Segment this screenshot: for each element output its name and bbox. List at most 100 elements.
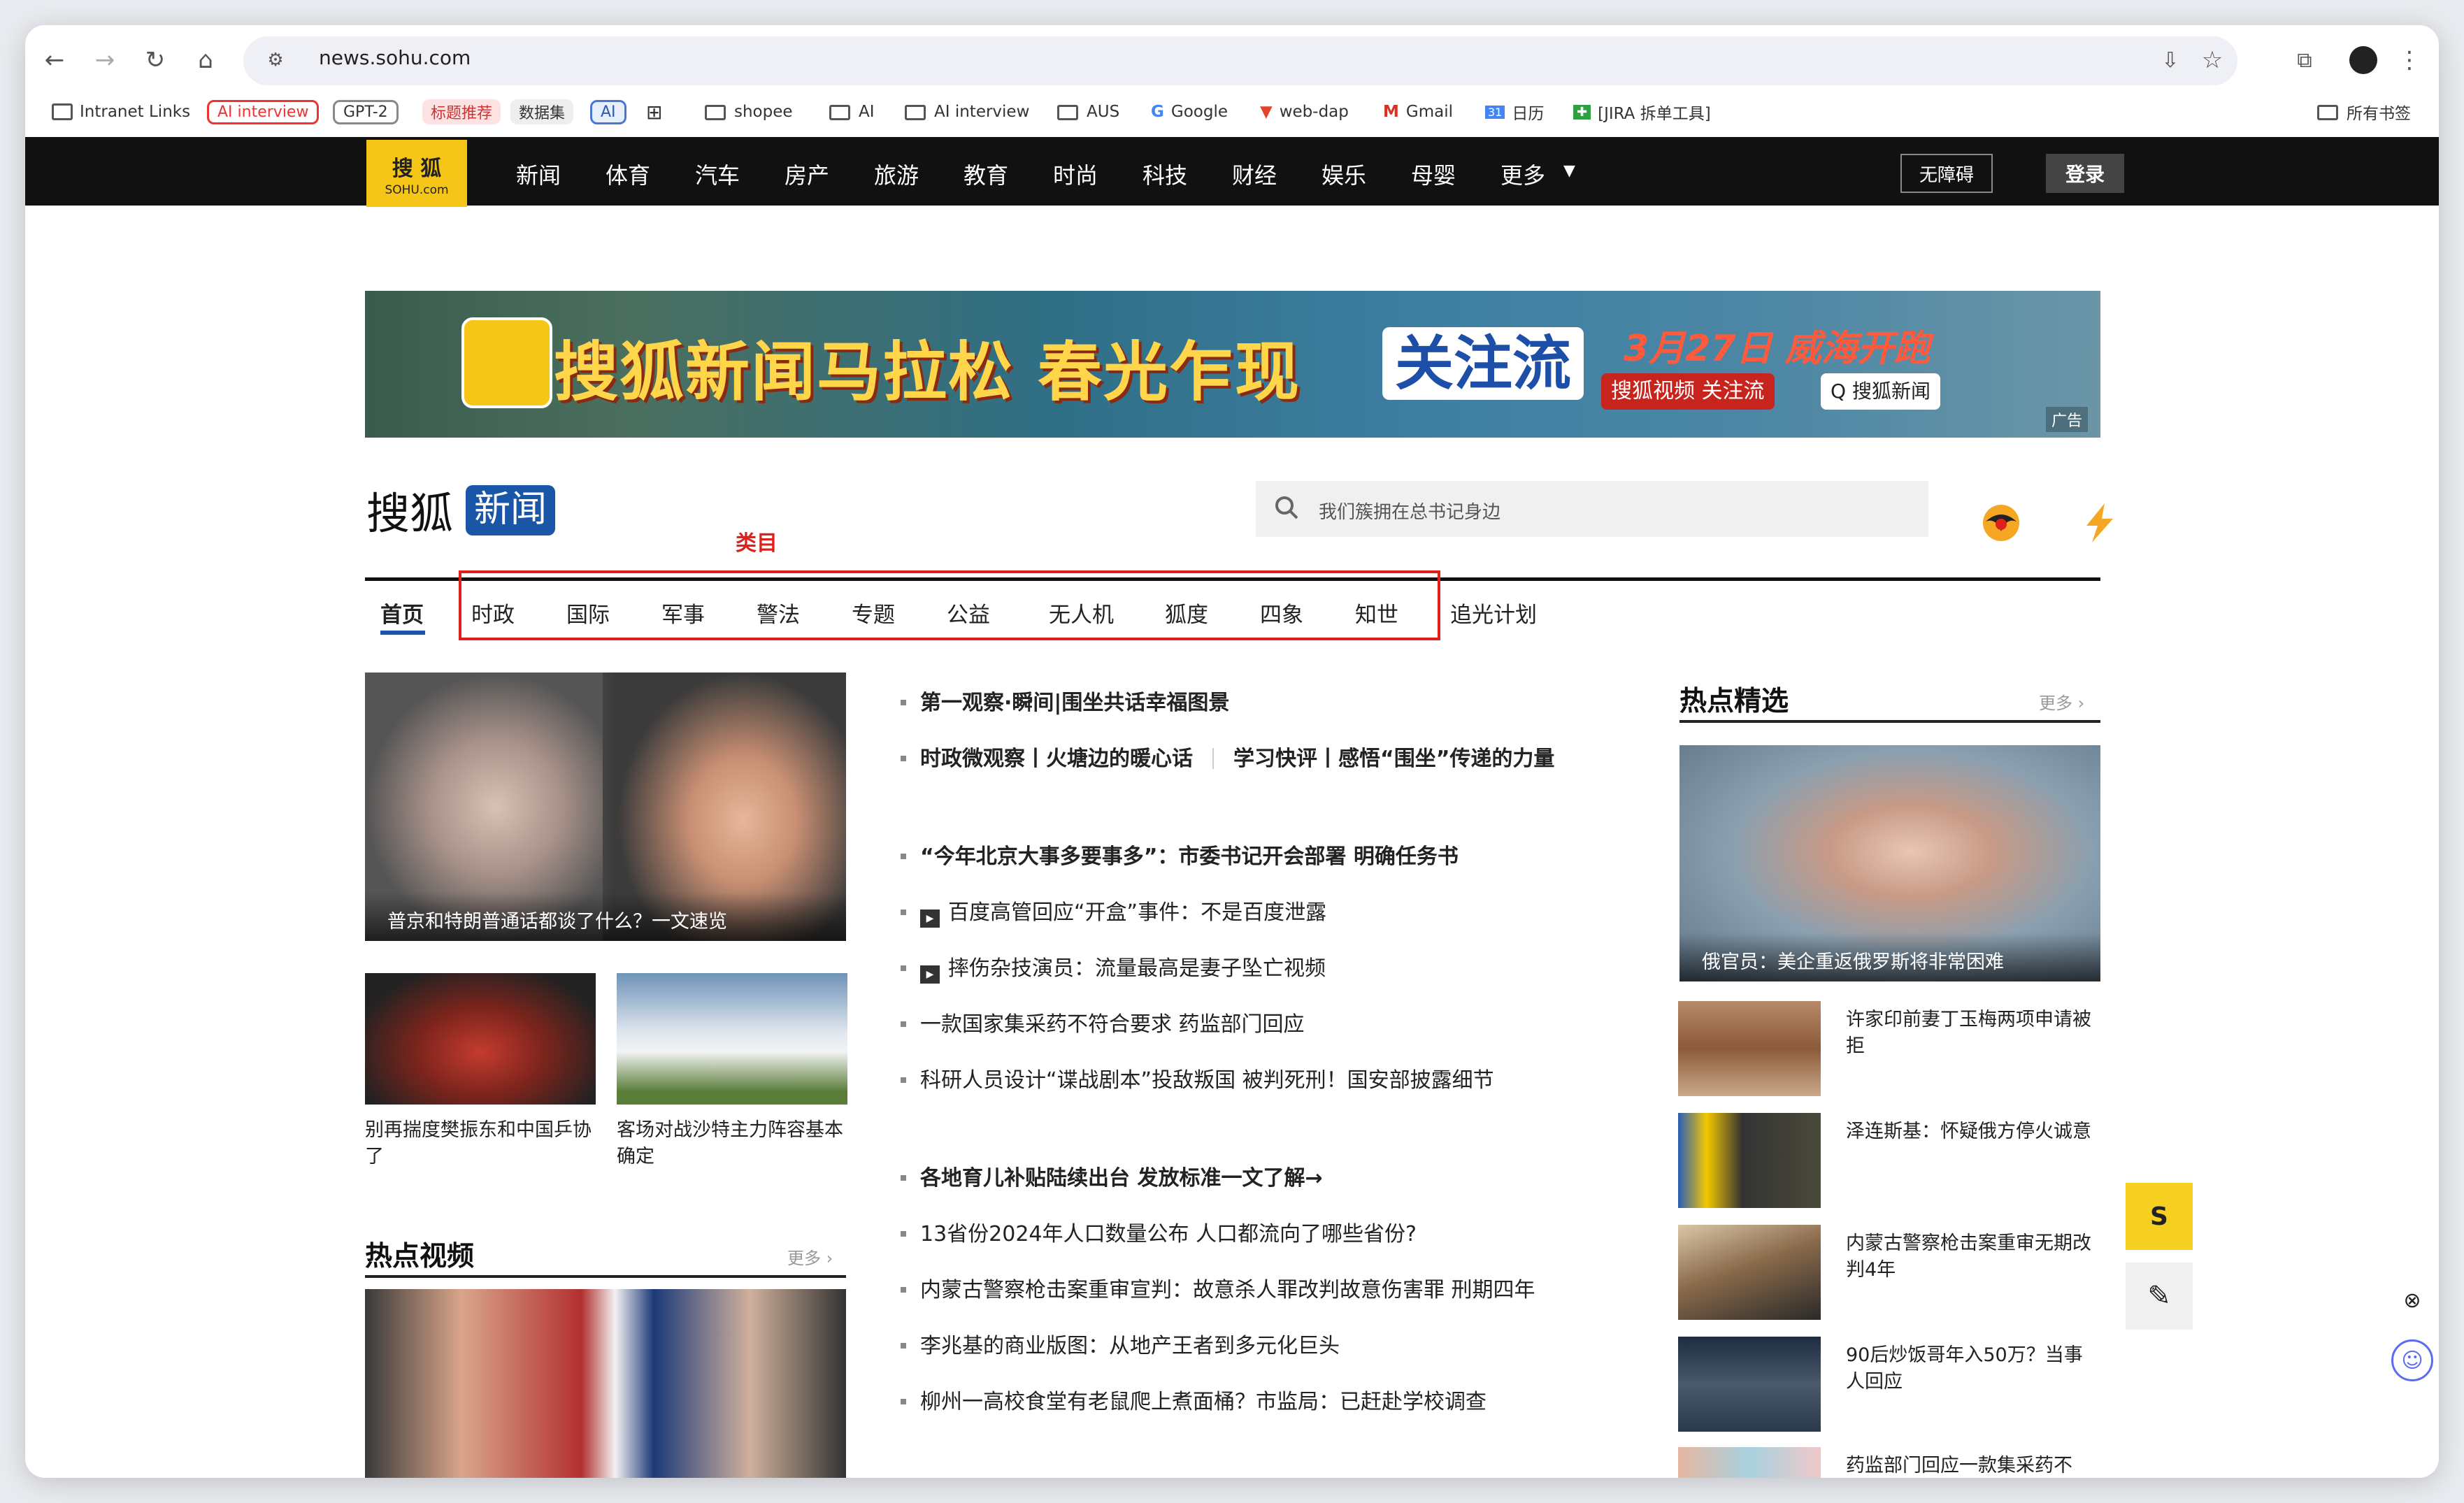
folder-icon xyxy=(2317,105,2338,120)
main-photo[interactable]: 普京和特朗普通话都谈了什么？一文速览 xyxy=(365,673,846,941)
nav-entertainment[interactable]: 娱乐 xyxy=(1321,158,1366,190)
accessibility-button[interactable]: 无障碍 xyxy=(1900,154,1993,193)
news-item-secondary[interactable]: 学习快评丨感悟“围坐”传递的力量 xyxy=(1233,747,1554,771)
news-item[interactable]: 第一观察·瞬间|围坐共话幸福图景 xyxy=(901,685,1229,716)
nav-auto[interactable]: 汽车 xyxy=(695,158,740,190)
news-item[interactable]: 一款国家集采药不符合要求 药监部门回应 xyxy=(901,1007,1305,1037)
small-caption-1[interactable]: 别再揣度樊振东和中国乒协了 xyxy=(365,1117,596,1170)
news-item[interactable]: 李兆基的商业版图：从地产王者到多元化巨头 xyxy=(901,1328,1340,1359)
hot-picks-caption: 俄官员：美企重返俄罗斯将非常困难 xyxy=(1679,933,2100,981)
hot-picks-more[interactable]: 更多 › xyxy=(2039,689,2084,714)
hot-picks-photo[interactable]: 俄官员：美企重返俄罗斯将非常困难 xyxy=(1679,745,2100,981)
nav-more[interactable]: 更多 xyxy=(1500,158,1545,190)
bookmark-dataset[interactable]: 数据集 xyxy=(510,95,574,129)
bookmark-aus[interactable]: AUS xyxy=(1057,95,1119,129)
hot-item-thumb[interactable] xyxy=(1678,1225,1821,1320)
bookmark-ai-interview-folder[interactable]: AI interview xyxy=(905,95,1029,129)
news-item[interactable]: ▶ 摔伤杂技演员：流量最高是妻子坠亡视频 xyxy=(901,951,1326,984)
hot-item-text[interactable]: 90后炒饭哥年入50万？当事人回应 xyxy=(1846,1342,2098,1395)
nav-sports[interactable]: 体育 xyxy=(606,158,650,190)
nav-news[interactable]: 新闻 xyxy=(516,158,561,190)
news-item[interactable]: 柳州一高校食堂有老鼠爬上煮面桶？市监局：已赶赴学校调查 xyxy=(901,1384,1487,1415)
search-input[interactable]: 我们簇拥在总书记身边 xyxy=(1256,481,1928,537)
login-button[interactable]: 登录 xyxy=(2046,154,2124,193)
tab-active-indicator xyxy=(380,631,425,635)
folder-icon xyxy=(1057,105,1078,120)
hot-video-more[interactable]: 更多 › xyxy=(787,1244,833,1269)
news-item[interactable]: ▶ 百度高管回应“开盒”事件：不是百度泄露 xyxy=(901,895,1326,928)
address-bar[interactable] xyxy=(243,36,2237,85)
bookmark-web-dap[interactable]: ▼ web-dap xyxy=(1260,95,1349,129)
small-photo-2[interactable] xyxy=(617,973,847,1105)
reload-icon[interactable]: ↻ xyxy=(136,41,175,80)
nav-travel[interactable]: 旅游 xyxy=(874,158,919,190)
news-item[interactable]: 13省份2024年人口数量公布 人口都流向了哪些省份? xyxy=(901,1216,1417,1247)
sohu-app-icon[interactable] xyxy=(1979,501,2024,545)
translate-tool-icon[interactable]: ⊗ xyxy=(2391,1279,2433,1321)
brand-sohu[interactable]: 搜狐 xyxy=(366,478,453,541)
tab-zhuiguang[interactable]: 追光计划 xyxy=(1450,597,1537,628)
assistant-icon[interactable]: ☺ xyxy=(2391,1339,2433,1381)
hot-item-text[interactable]: 许家印前妻丁玉梅两项申请被拒 xyxy=(1846,1007,2098,1060)
hot-item-thumb[interactable] xyxy=(1678,1001,1821,1096)
banner-ad[interactable]: 搜狐新闻马拉松 春光乍现 关注流 3月27日 威海开跑 搜狐视频 关注流 Q 搜… xyxy=(365,291,2100,438)
hot-item-text[interactable]: 内蒙古警察枪击案重审无期改判4年 xyxy=(1846,1230,2098,1283)
extensions-icon[interactable]: ⧉ xyxy=(2285,41,2324,80)
category-annotation-box xyxy=(459,570,1440,640)
hot-item-thumb[interactable] xyxy=(1678,1447,1821,1478)
google-icon: G xyxy=(1151,103,1164,121)
bookmark-grid-icon[interactable]: ⊞ xyxy=(646,95,662,129)
news-item[interactable]: 内蒙古警察枪击案重审宣判：故意杀人罪改判故意伤害罪 刑期四年 xyxy=(901,1272,1535,1303)
sohu-floating-icon[interactable]: S xyxy=(2126,1183,2193,1250)
banner-video-tag: 搜狐视频 关注流 xyxy=(1601,373,1775,410)
nav-finance[interactable]: 财经 xyxy=(1232,158,1277,190)
bookmark-ai-folder[interactable]: AI xyxy=(829,95,875,129)
nav-house[interactable]: 房产 xyxy=(785,158,829,190)
profile-avatar[interactable] xyxy=(2344,41,2383,80)
hot-video-title: 热点视频 xyxy=(365,1241,475,1272)
hot-picks-title: 热点精选 xyxy=(1679,686,1789,717)
url-text[interactable]: news.sohu.com xyxy=(319,46,471,69)
hot-item-thumb[interactable] xyxy=(1678,1113,1821,1208)
news-item[interactable]: “今年北京大事多要事多”：市委书记开会部署 明确任务书 xyxy=(901,839,1459,870)
all-bookmarks[interactable]: 所有书签 xyxy=(2317,95,2411,129)
nav-fashion[interactable]: 时尚 xyxy=(1053,158,1098,190)
small-photo-1[interactable] xyxy=(365,973,596,1105)
bookmark-star-icon[interactable]: ☆ xyxy=(2193,41,2232,80)
grid-icon: ⊞ xyxy=(646,100,663,124)
nav-tech[interactable]: 科技 xyxy=(1143,158,1187,190)
hot-item-thumb[interactable] xyxy=(1678,1337,1821,1432)
hot-video-photo[interactable] xyxy=(365,1289,846,1478)
back-icon[interactable]: ← xyxy=(35,41,74,80)
bookmark-ai-pill[interactable]: AI xyxy=(590,95,626,129)
news-item[interactable]: 科研人员设计“谍战剧本”投敌叛国 被判死刑！国安部披露细节 xyxy=(901,1063,1494,1093)
hot-item-text[interactable]: 泽连斯基：怀疑俄方停火诚意 xyxy=(1846,1119,2098,1145)
nav-education[interactable]: 教育 xyxy=(964,158,1008,190)
small-caption-2[interactable]: 客场对战沙特主力阵容基本确定 xyxy=(617,1117,847,1170)
bookmark-title-rec[interactable]: 标题推荐 xyxy=(422,95,501,129)
bookmark-calendar[interactable]: 31 日历 xyxy=(1485,95,1544,129)
news-item[interactable]: 各地育儿补贴陆续出台 发放标准一文了解→ xyxy=(901,1160,1323,1191)
chevron-down-icon[interactable]: ▼ xyxy=(1563,162,1575,180)
sohu-logo[interactable]: 搜 狐 SOHU.com xyxy=(366,140,467,207)
tab-home[interactable]: 首页 xyxy=(380,597,424,628)
folder-icon xyxy=(705,105,726,120)
nav-baby[interactable]: 母婴 xyxy=(1411,158,1456,190)
news-item[interactable]: 时政微观察丨火塘边的暖心话 学习快评丨感悟“围坐”传递的力量 xyxy=(901,741,1554,772)
install-icon[interactable]: ⇩ xyxy=(2151,41,2190,80)
brand-news-box[interactable]: 新闻 xyxy=(466,485,556,535)
bookmark-intranet[interactable]: Intranet Links xyxy=(52,95,190,129)
edit-icon[interactable]: ✎ xyxy=(2126,1263,2193,1330)
forward-icon[interactable]: → xyxy=(85,41,124,80)
bookmark-ai-interview-pill[interactable]: AI interview xyxy=(207,95,320,129)
hot-item-text[interactable]: 药监部门回应一款集采药不 xyxy=(1846,1453,2098,1478)
site-info-icon[interactable]: ⚙ xyxy=(256,41,295,80)
menu-icon[interactable]: ⋮ xyxy=(2390,41,2429,80)
bookmark-gmail[interactable]: M Gmail xyxy=(1383,95,1453,129)
lightning-icon[interactable] xyxy=(2077,501,2121,545)
bookmark-gpt2[interactable]: GPT-2 xyxy=(333,95,399,129)
bookmark-jira[interactable]: ✚ [JIRA 拆单工具] xyxy=(1573,95,1711,129)
home-icon[interactable]: ⌂ xyxy=(186,41,225,80)
bookmark-shopee[interactable]: shopee xyxy=(705,95,793,129)
bookmark-google[interactable]: G Google xyxy=(1151,95,1228,129)
